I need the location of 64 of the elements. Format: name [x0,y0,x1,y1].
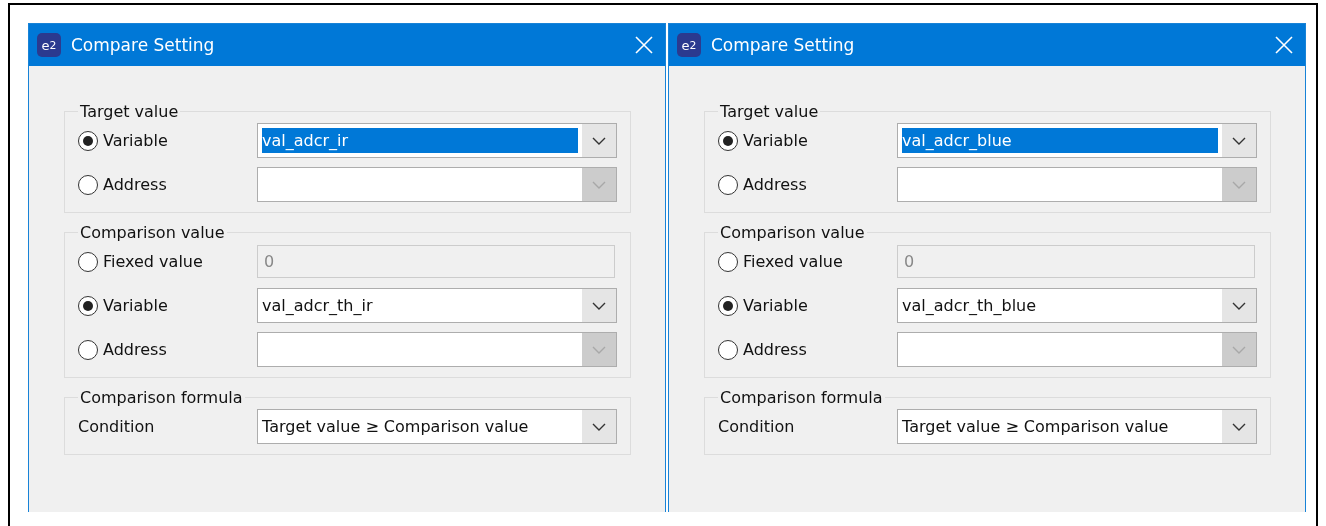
dropdown[interactable]: val_adcr_blue [897,123,1257,158]
dropdown[interactable]: val_adcr_th_ir [257,288,617,323]
radio-icon[interactable] [718,339,738,360]
dropdown-value: Target value ≥ Comparison value [262,416,529,438]
dropdown[interactable]: Target value ≥ Comparison value [257,409,617,444]
chevron-down-icon [1232,180,1246,189]
radio-label: Address [743,340,807,359]
radio-label: Variable [103,131,168,150]
chevron-down-icon [1232,301,1246,310]
window-title: Compare Setting [71,35,216,55]
group-title: Comparison value [79,223,226,242]
radio-option[interactable]: Variable [718,130,897,151]
radio-icon[interactable] [78,251,98,272]
chevron-down-icon [592,301,606,310]
chevron-down-icon [592,136,606,145]
field-label: Condition [718,417,796,436]
radio-option[interactable]: Address [718,174,897,195]
dropdown-value: val_adcr_blue [902,128,1218,153]
chevron-down-icon [1232,136,1246,145]
dropdown-value: val_adcr_th_ir [262,295,373,317]
radio-label: Variable [743,131,808,150]
radio-icon[interactable] [78,339,98,360]
dropdown[interactable]: val_adcr_ir [257,123,617,158]
dropdown[interactable]: Target value ≥ Comparison value [897,409,1257,444]
group-title: Comparison formula [719,388,884,407]
group-title: Target value [719,102,820,121]
radio-label: Variable [103,296,168,315]
chevron-down-icon [1232,345,1246,354]
radio-option[interactable]: Address [78,174,257,195]
radio-label: Address [743,175,807,194]
radio-option[interactable]: Variable [78,295,257,316]
close-icon[interactable] [635,36,653,54]
window-title: Compare Setting [711,35,856,55]
radio-icon[interactable] [78,130,98,151]
radio-icon[interactable] [718,174,738,195]
dropdown-value: val_adcr_ir [262,128,578,153]
radio-label: Address [103,175,167,194]
chevron-down-icon [1232,422,1246,431]
field-label: Condition [78,417,156,436]
group-title: Comparison value [719,223,866,242]
radio-icon[interactable] [718,130,738,151]
close-icon[interactable] [1275,36,1293,54]
radio-label: Fiexed value [743,252,843,271]
radio-option[interactable]: Variable [78,130,257,151]
radio-option[interactable]: Fiexed value [78,251,257,272]
radio-option[interactable]: Address [718,339,897,360]
chevron-down-icon [592,345,606,354]
dropdown-value: Target value ≥ Comparison value [902,416,1169,438]
radio-icon[interactable] [718,295,738,316]
group-title: Comparison formula [79,388,244,407]
chevron-down-icon [592,422,606,431]
radio-label: Fiexed value [103,252,203,271]
dropdown-value: val_adcr_th_blue [902,295,1037,317]
radio-option[interactable]: Fiexed value [718,251,897,272]
radio-option[interactable]: Variable [718,295,897,316]
radio-icon[interactable] [718,251,738,272]
chevron-down-icon [592,180,606,189]
dropdown[interactable]: val_adcr_th_blue [897,288,1257,323]
radio-label: Address [103,340,167,359]
radio-icon[interactable] [78,174,98,195]
radio-icon[interactable] [78,295,98,316]
group-title: Target value [79,102,180,121]
radio-option[interactable]: Address [78,339,257,360]
radio-label: Variable [743,296,808,315]
